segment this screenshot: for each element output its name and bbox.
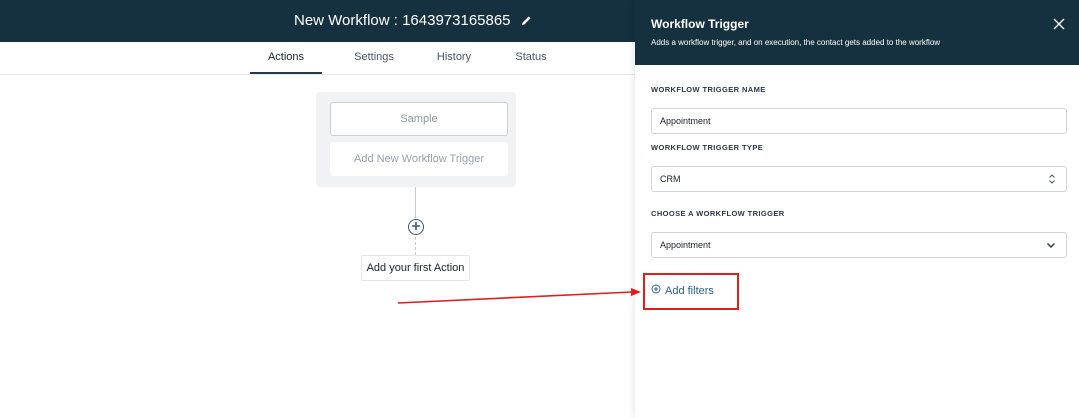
choose-trigger-value: Appointment	[660, 240, 711, 250]
add-filters-link[interactable]: Add filters	[651, 284, 714, 297]
pencil-icon[interactable]	[521, 15, 532, 26]
tab-status[interactable]: Status	[503, 42, 559, 74]
workflow-canvas: Sample Add New Workflow Trigger Add your…	[0, 75, 635, 418]
add-first-action-button[interactable]: Add your first Action	[361, 255, 470, 281]
trigger-type-value: CRM	[660, 174, 681, 184]
trigger-type-label: WORKFLOW TRIGGER TYPE	[651, 143, 764, 152]
workflow-trigger-panel: Workflow Trigger Adds a workflow trigger…	[635, 0, 1079, 418]
choose-trigger-label: CHOOSE A WORKFLOW TRIGGER	[651, 209, 785, 218]
trigger-name-label: WORKFLOW TRIGGER NAME	[651, 85, 766, 94]
trigger-group: Sample Add New Workflow Trigger	[316, 92, 516, 187]
choose-trigger-select[interactable]: Appointment	[651, 232, 1067, 258]
tab-history[interactable]: History	[424, 42, 484, 74]
plus-circle-icon	[411, 218, 421, 236]
panel-subtitle: Adds a workflow trigger, and on executio…	[651, 38, 941, 47]
trigger-name-value: Appointment	[660, 116, 711, 126]
workflow-title: New Workflow : 1643973165865	[294, 12, 532, 29]
workflow-title-text: New Workflow : 1643973165865	[294, 12, 511, 29]
trigger-card[interactable]: Sample	[330, 102, 508, 136]
connector-line	[415, 187, 416, 219]
add-action-button[interactable]	[408, 219, 424, 235]
tab-actions[interactable]: Actions	[250, 42, 322, 74]
panel-title: Workflow Trigger	[651, 17, 749, 31]
connector-dashed-line	[415, 237, 416, 255]
trigger-type-select[interactable]: CRM	[651, 166, 1067, 192]
plus-circle-small-icon	[651, 284, 661, 297]
trigger-name-input[interactable]: Appointment	[651, 108, 1067, 134]
panel-header: Workflow Trigger Adds a workflow trigger…	[635, 0, 1079, 65]
tab-settings[interactable]: Settings	[340, 42, 408, 74]
chevron-down-icon	[1046, 233, 1056, 257]
tab-bar: Actions Settings History Status	[0, 42, 635, 75]
close-icon	[1053, 17, 1065, 34]
add-trigger-button[interactable]: Add New Workflow Trigger	[330, 142, 508, 176]
add-filters-label: Add filters	[665, 284, 714, 297]
updown-caret-icon	[1048, 167, 1056, 191]
close-button[interactable]	[1053, 17, 1067, 31]
